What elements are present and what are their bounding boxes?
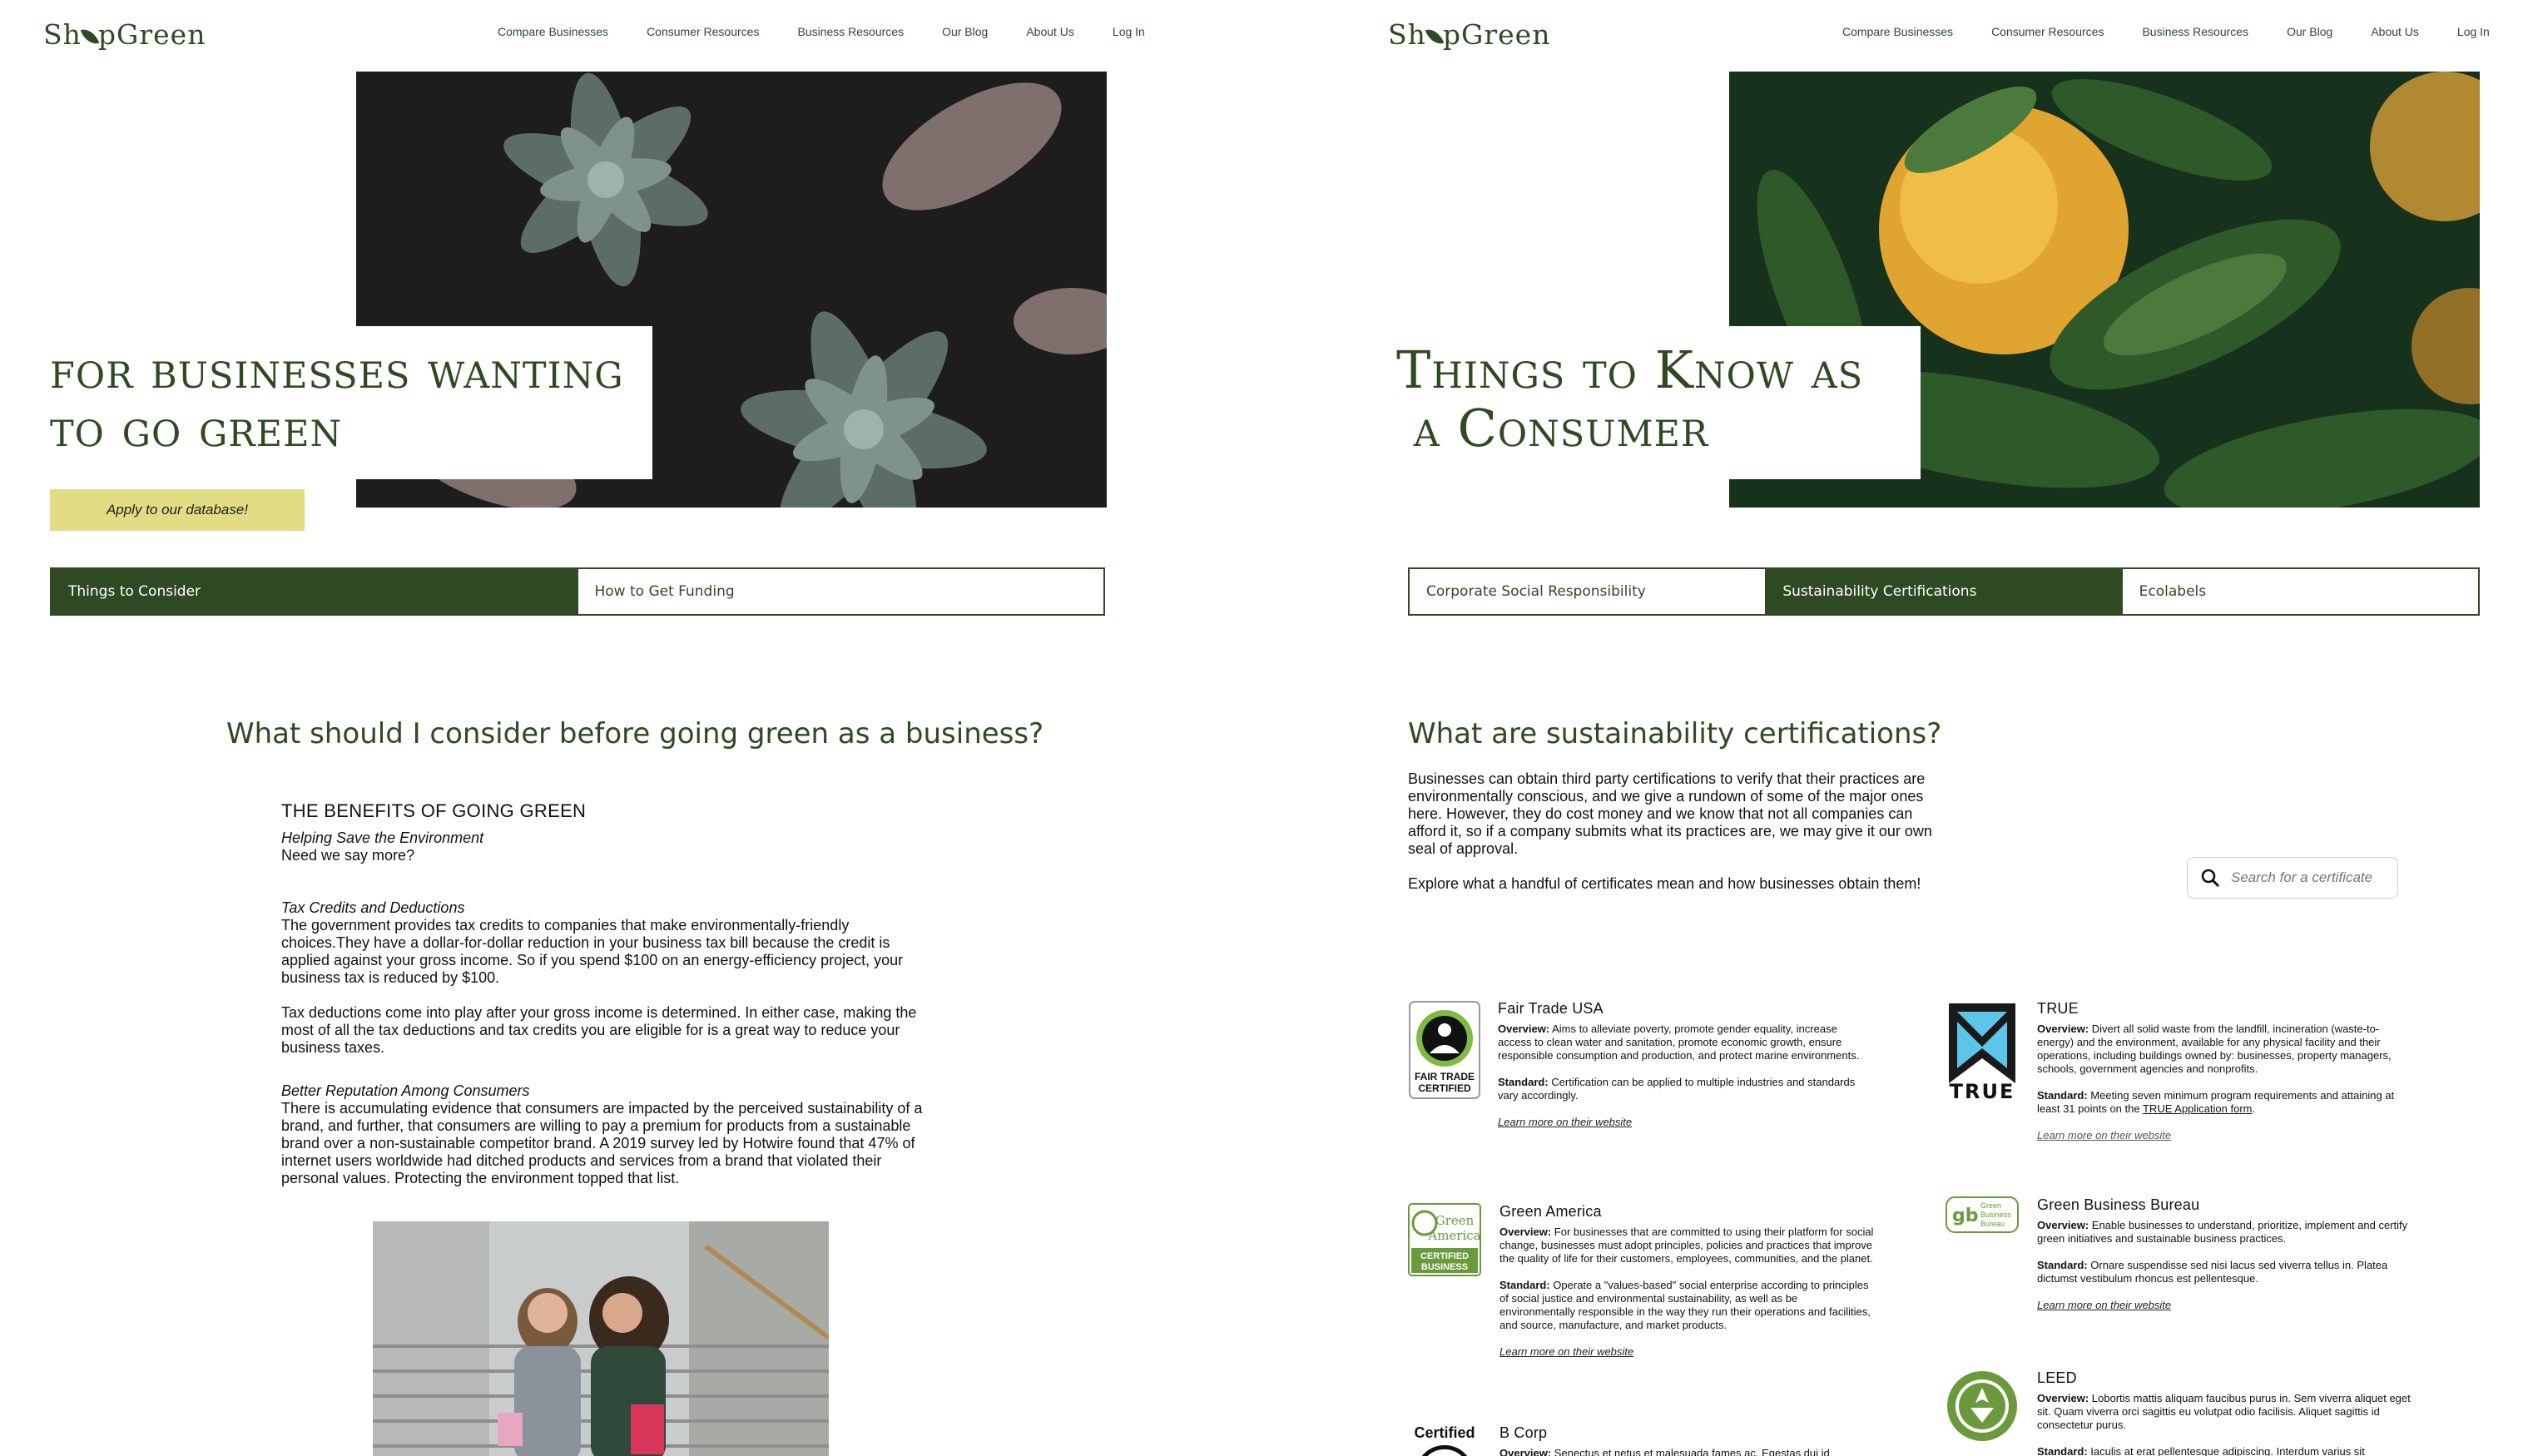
leaf-icon	[1425, 25, 1445, 48]
subheading-tax-credits: Tax Credits and Deductions	[281, 899, 465, 916]
business-resources-page: Sh pGreen Compare Businesses Consumer Res…	[0, 0, 1266, 1456]
apply-to-database-button[interactable]: Apply to our database!	[50, 489, 305, 531]
cert-overview: Senectus et netus et malesuada fames ac.…	[1554, 1447, 1830, 1456]
leed-logo	[1947, 1371, 2017, 1441]
green-america-logo-text2: America	[1427, 1228, 1480, 1243]
intro-paragraph-2: Explore what a handful of certificates m…	[1408, 875, 1921, 892]
main-nav: Compare Businesses Consumer Resources Bu…	[1842, 25, 2490, 38]
b-corp-logo: Certified	[1408, 1424, 1481, 1456]
nav-compare-businesses[interactable]: Compare Businesses	[1842, 25, 1953, 38]
article-heading: THE BENEFITS OF GOING GREEN	[281, 800, 587, 821]
learn-more-link[interactable]: Learn more on their website	[1499, 1345, 1633, 1358]
nav-our-blog[interactable]: Our Blog	[2287, 25, 2332, 38]
gbb-logo-text3: Bureau	[1980, 1220, 2005, 1228]
tab-ecolabels[interactable]: Ecolabels	[2123, 569, 2478, 614]
hero-title-box: Things to Know as a Consumer	[1381, 326, 1921, 479]
cert-name: TRUE	[2037, 1000, 2079, 1017]
cert-standard: Certification can be applied to multiple…	[1498, 1076, 1856, 1102]
learn-more-link[interactable]: Learn more on their website	[2037, 1129, 2171, 1142]
search-input[interactable]	[2231, 869, 2389, 886]
cert-overview: Enable businesses to understand, priorit…	[2037, 1219, 2408, 1245]
section-title: What should I consider before going gree…	[226, 717, 1044, 750]
nav-about-us[interactable]: About Us	[2371, 25, 2419, 38]
nav-business-resources[interactable]: Business Resources	[797, 25, 904, 38]
nav-consumer-resources[interactable]: Consumer Resources	[647, 25, 759, 38]
cert-name: B Corp	[1499, 1424, 1548, 1441]
hero-title: for businesses wanting to go green	[50, 339, 624, 458]
certificate-search[interactable]	[2187, 857, 2398, 899]
cert-name: LEED	[2037, 1369, 2077, 1386]
paragraph-tax-credits: The government provides tax credits to c…	[281, 917, 904, 986]
main-nav: Compare Businesses Consumer Resources Bu…	[498, 25, 1145, 38]
nav-our-blog[interactable]: Our Blog	[942, 25, 988, 38]
paragraph-reputation: There is accumulating evidence that cons…	[281, 1100, 923, 1186]
fair-trade-logo: FAIR TRADE CERTIFIED	[1409, 1001, 1480, 1099]
true-logo-text: TRUE	[1950, 1080, 2015, 1100]
cert-standard: Ornare suspendisse sed nisi lacus sed vi…	[2037, 1259, 2388, 1285]
hero-title: Things to Know as a Consumer	[1396, 339, 1864, 458]
tab-things-to-consider[interactable]: Things to Consider	[52, 569, 578, 614]
green-america-logo-text1: Green	[1435, 1213, 1475, 1228]
cert-standard: Iaculis at erat pellentesque adipiscing.…	[2090, 1445, 2365, 1456]
nav-business-resources[interactable]: Business Resources	[2142, 25, 2248, 38]
cert-overview: Divert all solid waste from the landfill…	[2037, 1023, 2392, 1075]
subheading-reputation: Better Reputation Among Consumers	[281, 1082, 530, 1099]
green-america-logo: Green America CERTIFIED BUSINESS	[1408, 1203, 1481, 1276]
section-title: What are sustainability certifications?	[1408, 717, 1942, 750]
cert-standard: Operate a "values-based" social enterpri…	[1499, 1279, 1871, 1331]
shopgreen-logo[interactable]: Sh pGreen	[43, 18, 206, 51]
cert-name: Green America	[1499, 1203, 1602, 1220]
consumer-tabs: Corporate Social Responsibility Sustaina…	[1408, 567, 2480, 616]
shoppers-photo	[373, 1221, 829, 1456]
business-tabs: Things to Consider How to Get Funding	[50, 567, 1105, 616]
cert-overview: Lobortis mattis aliquam faucibus purus i…	[2037, 1392, 2411, 1431]
fair-trade-logo-text2: CERTIFIED	[1418, 1082, 1471, 1094]
svg-text:gb: gb	[1952, 1206, 1979, 1226]
intro-paragraph-1: Businesses can obtain third party certif…	[1408, 770, 1932, 857]
paragraph-environment: Need we say more?	[281, 847, 415, 864]
certifications-intro: Businesses can obtain third party certif…	[1408, 770, 1941, 910]
gbb-logo-text1: Green	[1980, 1201, 2001, 1210]
true-application-form-link[interactable]: TRUE Application form	[2143, 1102, 2253, 1115]
nav-log-in[interactable]: Log In	[2457, 25, 2490, 38]
subheading-environment: Helping Save the Environment	[281, 830, 484, 846]
tab-how-to-get-funding[interactable]: How to Get Funding	[578, 569, 1104, 614]
true-logo: TRUE	[1949, 1003, 2015, 1100]
nav-about-us[interactable]: About Us	[1026, 25, 1074, 38]
paragraph-tax-deductions: Tax deductions come into play after your…	[281, 1004, 917, 1056]
nav-compare-businesses[interactable]: Compare Businesses	[498, 25, 608, 38]
gbb-logo-text2: Business	[1980, 1211, 2011, 1219]
learn-more-link[interactable]: Learn more on their website	[1498, 1116, 1632, 1128]
green-business-bureau-logo: gb Green Business Bureau	[1946, 1196, 2019, 1233]
cert-overview: For businesses that are committed to usi…	[1499, 1226, 1874, 1265]
tab-sustainability-certifications[interactable]: Sustainability Certifications	[1766, 569, 2123, 614]
nav-consumer-resources[interactable]: Consumer Resources	[1991, 25, 2104, 38]
consumer-resources-page: Sh pGreen Compare Businesses Consumer Res…	[1266, 0, 2533, 1456]
hero-title-box: for businesses wanting to go green	[35, 326, 652, 479]
cert-name: Fair Trade USA	[1498, 1000, 1604, 1017]
benefits-article: THE BENEFITS OF GOING GREEN Helping Save…	[281, 802, 939, 1205]
search-icon	[2201, 869, 2219, 887]
tab-corporate-social-responsibility[interactable]: Corporate Social Responsibility	[1410, 569, 1767, 614]
learn-more-link[interactable]: Learn more on their website	[2037, 1299, 2171, 1311]
cert-name: Green Business Bureau	[2037, 1196, 2200, 1213]
nav-log-in[interactable]: Log In	[1113, 25, 1145, 38]
green-america-logo-text4: BUSINESS	[1421, 1262, 1468, 1272]
shopgreen-logo[interactable]: Sh pGreen	[1388, 18, 1550, 51]
leaf-icon	[80, 25, 100, 48]
fair-trade-logo-text1: FAIR TRADE	[1415, 1071, 1475, 1082]
cert-overview: Aims to alleviate poverty, promote gende…	[1498, 1023, 1860, 1062]
green-america-logo-text3: CERTIFIED	[1420, 1251, 1469, 1261]
